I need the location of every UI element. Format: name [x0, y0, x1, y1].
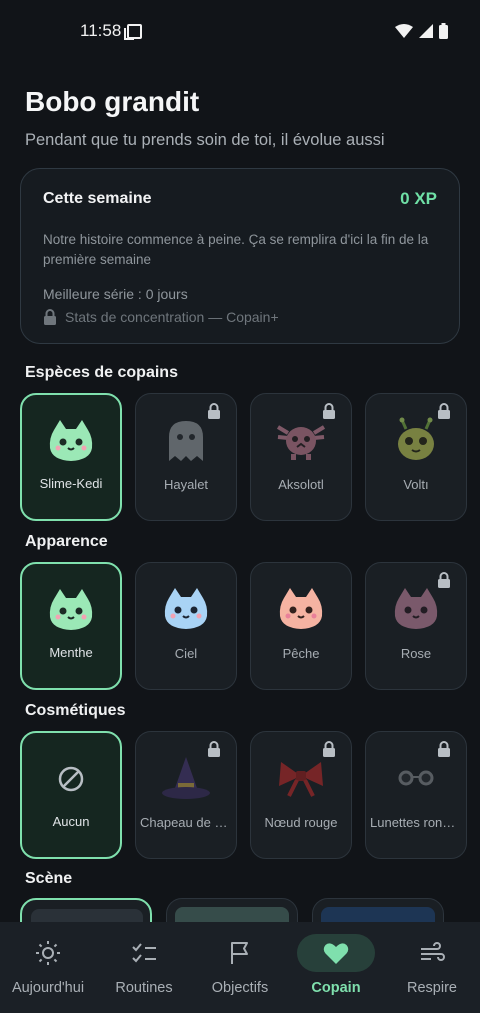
species-label: Slime-Kedi — [39, 476, 103, 491]
species-section-title: Espèces de copains — [25, 364, 178, 381]
species-label: Aksolotl — [278, 477, 324, 492]
appearance-label: Ciel — [174, 646, 198, 661]
appearance-row: Menthe Ciel Pêche Rose — [20, 562, 467, 690]
heart-icon — [323, 942, 349, 964]
cosmetic-label: Chapeau de sorcière — [140, 815, 236, 830]
nav-label: Routines — [115, 980, 173, 996]
red-bow-icon — [275, 752, 327, 804]
cosmetic-label: Lunettes rondes — [370, 815, 464, 830]
rose-cat-icon — [390, 583, 442, 635]
week-title: Cette semaine — [43, 190, 152, 207]
cosmetic-tile-red-bow[interactable]: Nœud rouge — [250, 731, 352, 859]
xp-value: 0 XP — [400, 189, 437, 208]
nav-item-routines[interactable]: Routines — [96, 922, 192, 1013]
nav-item-breathe[interactable]: Respire — [384, 922, 480, 1013]
sun-icon — [36, 941, 60, 965]
wifi-icon — [395, 24, 413, 38]
appearance-label: Pêche — [282, 646, 320, 661]
scene-section-title: Scène — [25, 870, 73, 887]
sky-cat-icon — [160, 583, 212, 635]
volti-creature-icon — [390, 414, 442, 466]
status-icons — [395, 23, 448, 39]
appearance-label: Menthe — [49, 645, 93, 660]
ghost-icon — [160, 414, 212, 466]
nav-label: Respire — [407, 980, 457, 996]
appearance-tile-ciel[interactable]: Ciel — [135, 562, 237, 690]
round-glasses-icon — [390, 752, 442, 804]
cosmetics-row: Aucun Chapeau de sorcière Nœud rouge Lun… — [20, 731, 467, 859]
mint-cat-icon — [45, 584, 97, 636]
status-time: 11:58 — [80, 21, 122, 40]
best-streak: Meilleure série : 0 jours — [43, 286, 188, 302]
appearance-section-title: Apparence — [25, 533, 108, 550]
cosmetic-label: Aucun — [52, 814, 90, 829]
cosmetic-label: Nœud rouge — [264, 815, 338, 830]
nav-item-goals[interactable]: Objectifs — [192, 922, 288, 1013]
nav-item-today[interactable]: Aujourd'hui — [0, 922, 96, 1013]
species-tile-hayalet[interactable]: Hayalet — [135, 393, 237, 521]
battery-icon — [439, 23, 448, 39]
species-label: Hayalet — [163, 477, 209, 492]
appearance-label: Rose — [400, 646, 432, 661]
signal-icon — [419, 24, 433, 38]
cosmetics-section-title: Cosmétiques — [25, 702, 126, 719]
species-row: Slime-Kedi Hayalet Aksolotl Voltı — [20, 393, 467, 521]
page-title: Bobo grandit — [25, 86, 200, 117]
peach-cat-icon — [275, 583, 327, 635]
species-tile-volti[interactable]: Voltı — [365, 393, 467, 521]
screenshot-notification-icon — [124, 23, 143, 40]
appearance-tile-peche[interactable]: Pêche — [250, 562, 352, 690]
none-icon — [45, 753, 97, 805]
wind-icon — [421, 942, 445, 961]
cosmetic-tile-round-glasses[interactable]: Lunettes rondes — [365, 731, 467, 859]
page-subtitle: Pendant que tu prends soin de toi, il év… — [25, 131, 385, 149]
nav-label: Aujourd'hui — [11, 980, 85, 996]
flag-icon — [231, 942, 248, 964]
species-label: Voltı — [403, 477, 429, 492]
nav-item-buddy[interactable]: Copain — [288, 922, 384, 1013]
cosmetic-tile-aucun[interactable]: Aucun — [20, 731, 122, 859]
locked-stats-label: Stats de concentration — Copain+ — [65, 309, 279, 325]
nav-label: Objectifs — [211, 980, 269, 996]
status-bar: 11:58 — [0, 0, 480, 62]
lock-icon — [44, 309, 56, 325]
checklist-icon — [132, 943, 156, 963]
week-summary-card: Cette semaine 0 XP Notre histoire commen… — [20, 168, 460, 344]
witch-hat-icon — [160, 752, 212, 804]
species-tile-aksolotl[interactable]: Aksolotl — [250, 393, 352, 521]
axolotl-icon — [275, 414, 327, 466]
nav-label: Copain — [311, 980, 361, 996]
cosmetic-tile-witch-hat[interactable]: Chapeau de sorcière — [135, 731, 237, 859]
week-description: Notre histoire commence à peine. Ça se r… — [43, 232, 429, 267]
appearance-tile-rose[interactable]: Rose — [365, 562, 467, 690]
species-tile-slime-kedi[interactable]: Slime-Kedi — [20, 393, 122, 521]
slime-cat-icon — [45, 415, 97, 467]
locked-stats-row[interactable]: Stats de concentration — Copain+ — [43, 309, 279, 325]
bottom-navigation: Aujourd'hui Routines Objectifs Copain Re… — [0, 922, 480, 1013]
appearance-tile-menthe[interactable]: Menthe — [20, 562, 122, 690]
